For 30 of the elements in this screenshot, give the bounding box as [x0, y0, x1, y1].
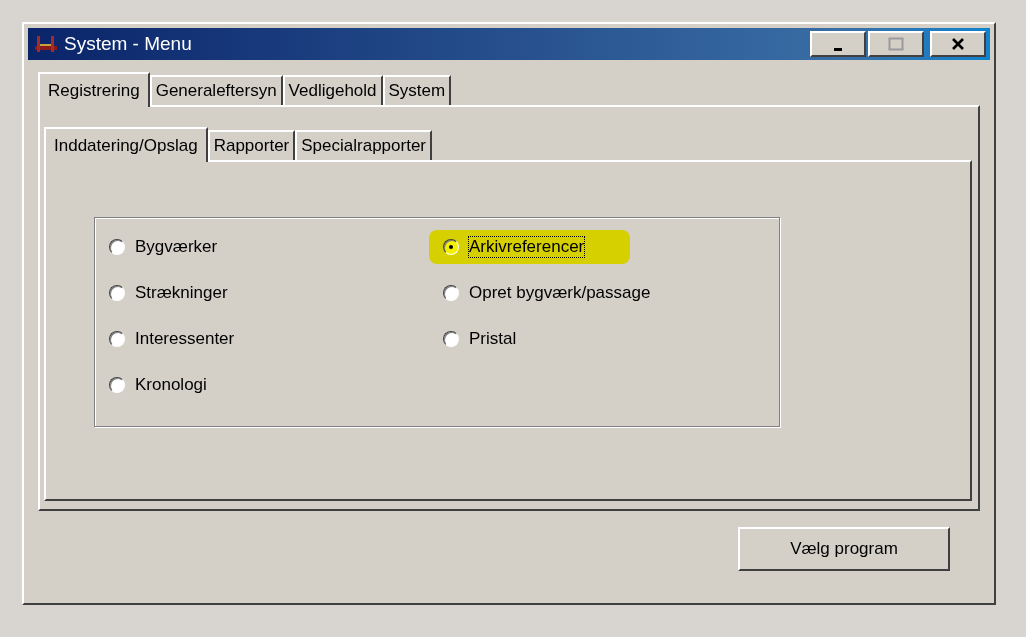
tab[interactable]: Specialrapporter — [295, 130, 432, 160]
tab[interactable]: Inddatering/Opslag — [44, 127, 208, 162]
radio-button[interactable] — [443, 331, 459, 347]
radio-option[interactable]: Pristal — [443, 326, 521, 352]
radio-button[interactable] — [109, 331, 125, 347]
radio-button[interactable] — [443, 285, 459, 301]
tab[interactable]: Generaleftersyn — [149, 75, 283, 105]
radio-option[interactable]: Interessenter — [109, 326, 239, 352]
radio-option[interactable]: Kronologi — [109, 372, 211, 398]
close-icon — [951, 38, 965, 50]
radio-button[interactable] — [443, 239, 459, 255]
close-button[interactable] — [930, 31, 986, 57]
window-title: System - Menu — [64, 33, 193, 55]
minimize-icon — [834, 47, 842, 51]
select-program-button[interactable]: Vælg program — [738, 527, 950, 571]
tab[interactable]: Registrering — [38, 72, 150, 107]
app-icon — [34, 34, 58, 54]
tab[interactable]: Vedligehold — [282, 75, 383, 105]
minimize-button[interactable] — [810, 31, 866, 57]
radio-option[interactable]: Opret bygværk/passage — [443, 280, 655, 306]
tab[interactable]: System — [382, 75, 452, 105]
radio-button[interactable] — [109, 285, 125, 301]
radio-button[interactable] — [109, 239, 125, 255]
tab[interactable]: Rapporter — [207, 130, 296, 160]
radio-option[interactable]: Bygværker — [109, 234, 222, 260]
maximize-icon — [888, 37, 904, 51]
radio-option[interactable]: Strækninger — [109, 280, 232, 306]
radio-button[interactable] — [109, 377, 125, 393]
maximize-button[interactable] — [868, 31, 924, 57]
radio-option[interactable]: Arkivreferencer — [429, 230, 631, 264]
